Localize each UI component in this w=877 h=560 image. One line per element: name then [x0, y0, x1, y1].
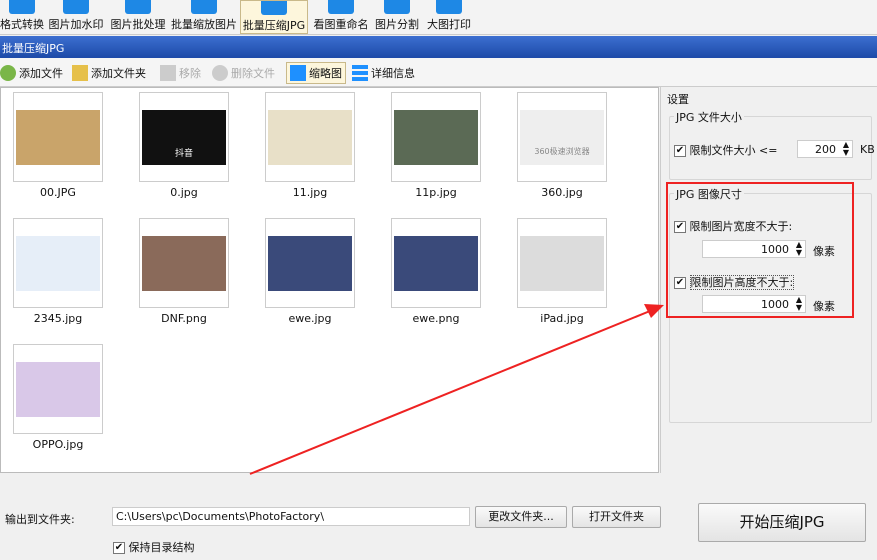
annotation-arrow — [249, 304, 664, 475]
output-folder-label: 输出到文件夹: — [5, 513, 75, 526]
change-folder-button[interactable]: 更改文件夹... — [475, 506, 567, 528]
open-folder-button[interactable]: 打开文件夹 — [572, 506, 661, 528]
checkbox-checked: ✔ — [113, 542, 125, 554]
output-path-input[interactable]: C:\Users\pc\Documents\PhotoFactory\ — [112, 507, 470, 526]
start-compress-button[interactable]: 开始压缩JPG — [698, 503, 866, 542]
keep-structure-checkbox[interactable]: ✔ 保持目录结构 — [113, 539, 195, 555]
